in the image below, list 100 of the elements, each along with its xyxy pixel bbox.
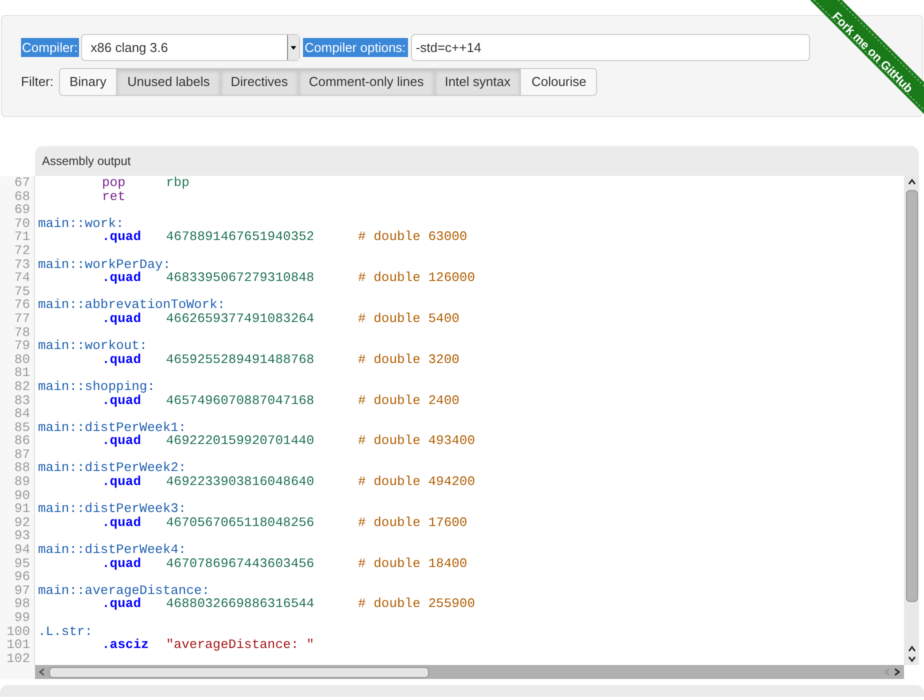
number: 4692233903816048640 xyxy=(166,475,316,489)
line-number: 87 xyxy=(14,446,30,462)
line-number: 82 xyxy=(14,378,30,394)
line-number: 80 xyxy=(14,352,30,367)
line-number: 94 xyxy=(14,542,30,558)
directive: .quad xyxy=(102,597,142,611)
line-number: 91 xyxy=(14,501,30,516)
vertical-scrollbar[interactable] xyxy=(904,176,919,666)
scroll-down-icon[interactable] xyxy=(906,654,916,664)
line-number: 81 xyxy=(14,365,30,380)
line-number: 97 xyxy=(14,582,30,598)
code-comment: # double 126000 xyxy=(358,271,476,285)
code-label: main::shopping: xyxy=(38,380,156,394)
filter-label: Filter: xyxy=(21,73,54,92)
line-number: 77 xyxy=(14,310,30,326)
line-number: 100 xyxy=(6,624,30,639)
compiler-select[interactable]: x86 clang 3.6 xyxy=(80,34,300,61)
panel-title: Assembly output xyxy=(42,153,131,170)
instruction: pop xyxy=(102,176,126,190)
code-label: main::distPerWeek4: xyxy=(38,543,186,557)
line-number: 95 xyxy=(14,556,30,571)
code-comment: # double 3200 xyxy=(358,352,460,366)
code-comment: # double 63000 xyxy=(358,230,468,244)
number: 4657496070887047168 xyxy=(166,394,316,408)
code-label: main::distPerWeek1: xyxy=(38,420,186,434)
code-comment: # double 2400 xyxy=(358,394,460,408)
code-comment: # double 494200 xyxy=(358,475,476,489)
line-number: 71 xyxy=(14,229,30,244)
number: 4670786967443603456 xyxy=(166,556,316,570)
line-number: 99 xyxy=(14,610,30,625)
compiler-label: Compiler: xyxy=(21,38,79,58)
line-number: 92 xyxy=(14,514,30,530)
directive: .quad xyxy=(102,556,142,570)
compiler-options-label: Compiler options: xyxy=(302,38,408,58)
directive: .asciz xyxy=(102,638,150,652)
code-comment: # double 255900 xyxy=(358,597,476,611)
code-label: main::averageDistance: xyxy=(38,584,210,598)
line-number: 90 xyxy=(14,488,30,503)
scrollbar-thumb[interactable] xyxy=(906,190,918,602)
line-number: 83 xyxy=(14,392,30,408)
line-number: 70 xyxy=(14,216,30,231)
number: 4659255289491488768 xyxy=(166,352,316,366)
line-number: 89 xyxy=(14,474,30,490)
filter-toggle[interactable]: Binary xyxy=(58,68,118,96)
line-number: 68 xyxy=(14,188,30,204)
scroll-right-icon[interactable] xyxy=(892,667,902,678)
code-comment: # double 18400 xyxy=(358,556,468,570)
line-number: 74 xyxy=(14,270,30,286)
compiler-options-field[interactable]: -std=c++14 xyxy=(410,34,810,61)
line-number: 86 xyxy=(14,433,30,448)
line-number: 101 xyxy=(6,637,30,652)
directive: .quad xyxy=(102,230,142,244)
filter-toggle[interactable]: Intel syntax xyxy=(434,68,522,96)
code-comment: # double 17600 xyxy=(358,516,468,530)
directive: .quad xyxy=(102,516,142,530)
number: 4662659377491083264 xyxy=(166,312,316,326)
scroll-left-icon[interactable] xyxy=(37,667,47,678)
scrollbar-thumb[interactable] xyxy=(49,666,429,678)
directive: .quad xyxy=(102,271,142,285)
instruction: ret xyxy=(102,190,126,204)
line-number: 67 xyxy=(14,175,30,190)
code-label: main::workPerDay: xyxy=(38,258,171,272)
number: 4692220159920701440 xyxy=(166,434,316,448)
line-number: 102 xyxy=(6,650,30,666)
string-literal: "averageDistance: " xyxy=(166,638,316,652)
line-number: 72 xyxy=(14,242,30,258)
line-number: 78 xyxy=(14,324,30,340)
line-number: 69 xyxy=(14,202,30,218)
directive: .quad xyxy=(102,352,142,366)
code-comment: # double 493400 xyxy=(358,434,476,448)
code-label: main::abbrevationToWork: xyxy=(38,298,226,312)
line-number: 98 xyxy=(14,596,30,612)
directive: .quad xyxy=(102,475,142,489)
line-number: 73 xyxy=(14,256,30,272)
code-label: main::work: xyxy=(38,216,124,230)
line-number: 84 xyxy=(14,406,30,422)
number: 4670567065118048256 xyxy=(166,516,316,530)
scroll-up-icon[interactable] xyxy=(906,177,916,187)
code-label: main::workout: xyxy=(38,339,148,353)
code-label: main::distPerWeek3: xyxy=(38,502,186,516)
line-number: 88 xyxy=(14,460,30,476)
line-number: 75 xyxy=(14,284,30,299)
number: 4688032669886316544 xyxy=(166,597,316,611)
filter-toggle[interactable]: Unused labels xyxy=(116,68,221,96)
dropdown-caret-icon xyxy=(286,35,299,60)
filter-toggle[interactable]: Comment-only lines xyxy=(298,68,435,96)
code-comment: # double 5400 xyxy=(358,312,460,326)
horizontal-scrollbar[interactable] xyxy=(35,665,904,680)
filter-toggle[interactable]: Colourise xyxy=(520,68,598,96)
line-number: 85 xyxy=(14,420,30,435)
register: rbp xyxy=(166,176,190,190)
line-number: 79 xyxy=(14,338,30,354)
number: 4683395067279310848 xyxy=(166,271,316,285)
code-label: main::distPerWeek2: xyxy=(38,461,186,476)
line-number: 96 xyxy=(14,569,30,584)
code-label: .L.str: xyxy=(38,624,93,638)
line-number: 76 xyxy=(14,297,30,312)
directive: .quad xyxy=(102,312,142,326)
filter-toggle[interactable]: Directives xyxy=(220,68,299,96)
number: 4678891467651940352 xyxy=(166,230,316,244)
